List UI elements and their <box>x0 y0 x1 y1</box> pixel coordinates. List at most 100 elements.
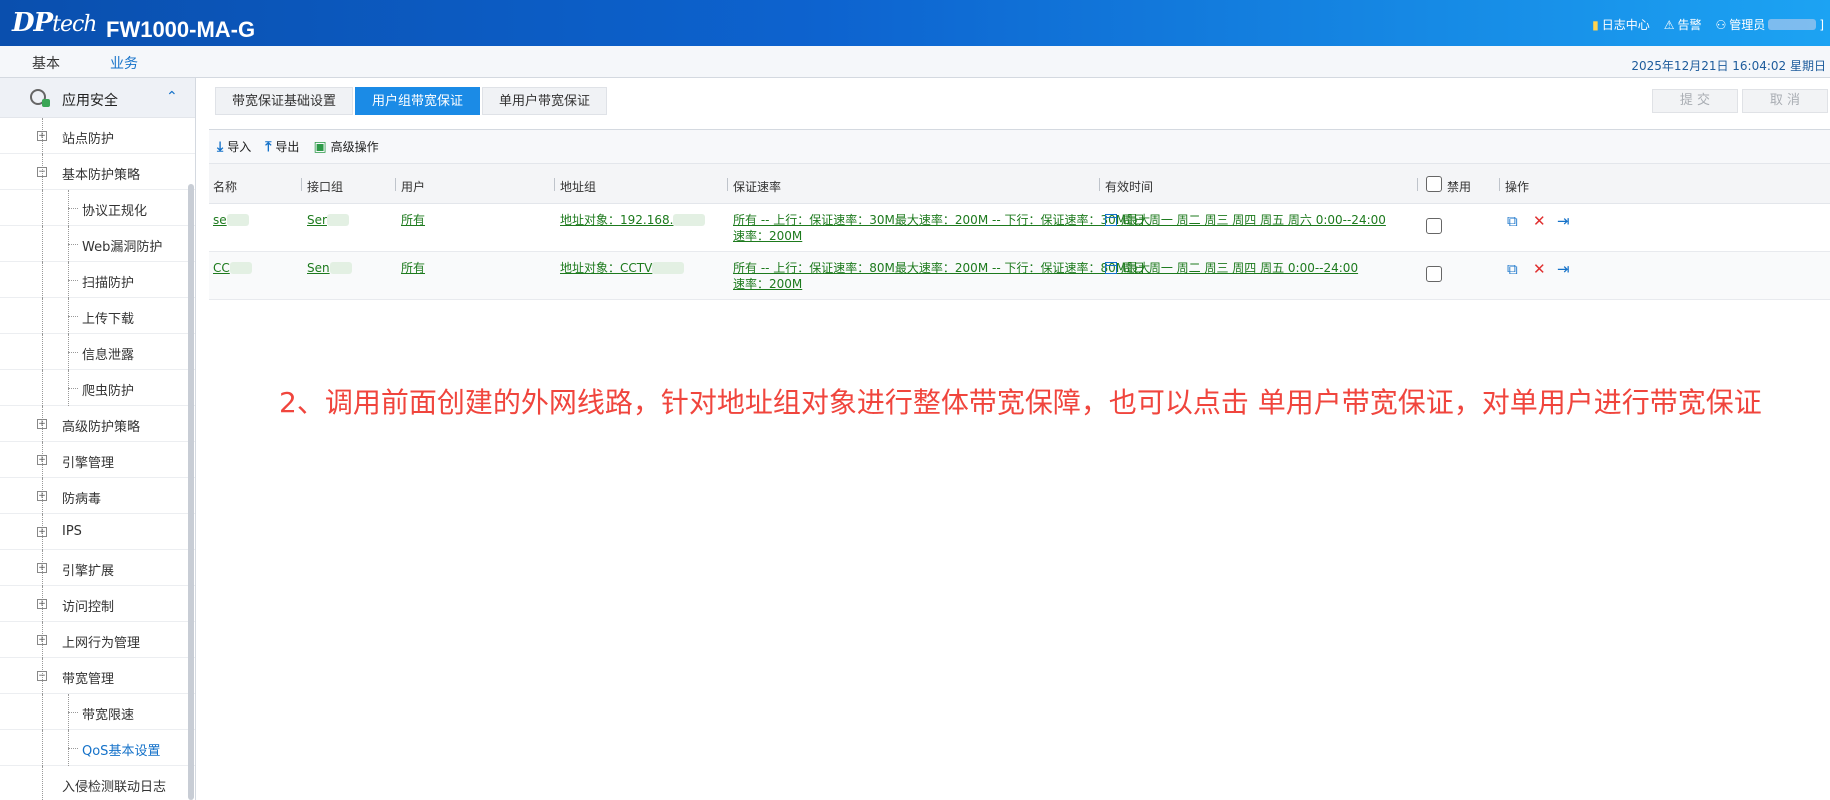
expand-icon[interactable]: + <box>37 527 47 537</box>
sidebar-section-app-security[interactable]: 应用安全 ⌃ <box>0 78 195 118</box>
top-header: DPtech FW1000-MA-G ▮ 日志中心 ⚠ 告警 ⚇ 管理员 ] <box>0 0 1830 46</box>
row-addr-group-link[interactable]: 地址对象：192.168. <box>560 212 706 228</box>
sidebar-item[interactable]: − 基本防护策略 <box>0 154 195 190</box>
sidebar-item[interactable]: 入侵检测联动日志 <box>0 766 195 800</box>
row-time-link[interactable]: 周日 周一 周二 周三 周四 周五 0:00--24:00 <box>1105 260 1358 276</box>
expand-icon[interactable]: + <box>37 131 47 141</box>
row-disable-checkbox[interactable] <box>1426 218 1442 234</box>
close-icon[interactable]: ✕ <box>1533 260 1546 278</box>
sidebar-item[interactable]: − 带宽管理 <box>0 658 195 694</box>
row-time-link[interactable]: 周日 周一 周二 周三 周四 周五 周六 0:00--24:00 <box>1105 212 1386 228</box>
calendar-icon <box>1105 214 1117 226</box>
expand-icon[interactable]: + <box>37 419 47 429</box>
row-addr-group-link[interactable]: 地址对象：CCTV <box>560 260 685 276</box>
sidebar-item[interactable]: 扫描防护 <box>0 262 195 298</box>
sidebar-item-label: 上传下载 <box>82 312 135 327</box>
instruction-annotation: 2、调用前面创建的外网线路，针对地址组对象进行整体带宽保障，也可以点击 单用户带… <box>279 386 1762 419</box>
redacted-text <box>229 262 252 274</box>
col-divider[interactable] <box>301 178 302 191</box>
sidebar-item[interactable]: + 高级防护策略 <box>0 406 195 442</box>
sidebar-item[interactable]: 爬虫防护 <box>0 370 195 406</box>
row-rate-link[interactable]: 所有 -- 上行：保证速率：80M最大速率：200M -- 下行：保证速率：80… <box>733 260 1153 292</box>
sidebar-item-label: 访问控制 <box>62 600 115 615</box>
chevron-up-icon[interactable]: ⌃ <box>166 89 178 105</box>
sidebar-item[interactable]: 协议正规化 <box>0 190 195 226</box>
col-divider[interactable] <box>1499 178 1500 191</box>
row-name-link[interactable]: se <box>213 212 249 228</box>
collapse-icon[interactable]: − <box>37 671 47 681</box>
sidebar-item[interactable]: + IPS <box>0 514 195 550</box>
move-icon[interactable]: ⇥ <box>1557 260 1570 278</box>
col-divider[interactable] <box>395 178 396 191</box>
import-button[interactable]: ⤓ 导入 <box>217 138 251 155</box>
tree-line <box>68 316 78 317</box>
sidebar-item[interactable]: + 引擎扩展 <box>0 550 195 586</box>
col-time: 有效时间 <box>1105 180 1154 194</box>
tab-usergroup-bandwidth[interactable]: 用户组带宽保证 <box>355 87 481 115</box>
close-icon[interactable]: ✕ <box>1533 212 1546 230</box>
row-disable-checkbox[interactable] <box>1426 266 1442 282</box>
sidebar-item[interactable]: Web漏洞防护 <box>0 226 195 262</box>
sidebar-item[interactable]: + 上网行为管理 <box>0 622 195 658</box>
col-divider[interactable] <box>727 178 728 191</box>
sidebar-item[interactable]: + 防病毒 <box>0 478 195 514</box>
sidebar-section-label: 应用安全 <box>62 93 118 109</box>
sidebar-item[interactable]: + 引擎管理 <box>0 442 195 478</box>
col-divider[interactable] <box>554 178 555 191</box>
copy-icon[interactable]: ⧉ <box>1507 212 1518 230</box>
tab-bandwidth-basic[interactable]: 带宽保证基础设置 <box>215 87 354 115</box>
nav-tab-business[interactable]: 业务 <box>86 53 162 81</box>
row-iface-group-link[interactable]: Ser <box>307 212 349 228</box>
alarm-link[interactable]: ⚠ 告警 <box>1664 16 1702 33</box>
tab-single-user-bandwidth[interactable]: 单用户带宽保证 <box>482 87 608 115</box>
expand-icon[interactable]: + <box>37 635 47 645</box>
submit-button[interactable]: 提 交 <box>1652 89 1738 113</box>
expand-icon[interactable]: + <box>37 563 47 573</box>
sidebar-item[interactable]: 信息泄露 <box>0 334 195 370</box>
tree-line <box>68 208 78 209</box>
col-disable: 禁用 <box>1447 180 1472 194</box>
nav-tab-basic[interactable]: 基本 <box>32 53 60 73</box>
sidebar-item[interactable]: + 站点防护 <box>0 118 195 154</box>
sidebar-item[interactable]: 带宽限速 <box>0 694 195 730</box>
alarm-label: 告警 <box>1677 18 1702 32</box>
row-user-link[interactable]: 所有 <box>401 260 425 276</box>
sidebar-item[interactable]: 上传下载 <box>0 298 195 334</box>
tree-line <box>42 730 43 766</box>
sidebar-item-label: 引擎扩展 <box>62 564 115 579</box>
sidebar-item-label: 协议正规化 <box>82 204 148 219</box>
cancel-button[interactable]: 取 消 <box>1742 89 1828 113</box>
log-center-link[interactable]: ▮ 日志中心 <box>1592 16 1650 33</box>
expand-icon[interactable]: + <box>37 455 47 465</box>
main-nav: 基本 业务 2025年12月21日 16:04:02 星期日 <box>0 46 1830 81</box>
row-rate-link[interactable]: 所有 -- 上行：保证速率：30M最大速率：200M -- 下行：保证速率：30… <box>733 212 1153 244</box>
export-button[interactable]: ⤒ 导出 <box>265 138 299 155</box>
redacted-text <box>226 214 249 226</box>
redacted-text <box>652 262 685 274</box>
collapse-icon[interactable]: − <box>37 167 47 177</box>
sidebar-tree: + 站点防护 − 基本防护策略协议正规化 Web漏洞防护 扫描防护上传下载信息泄露 爬虫防护… <box>0 118 195 800</box>
col-divider[interactable] <box>1417 178 1418 191</box>
expand-icon[interactable]: + <box>37 491 47 501</box>
row-user-link[interactable]: 所有 <box>401 212 425 228</box>
sidebar-scrollbar[interactable] <box>188 184 194 800</box>
table-panel: ⤓ 导入 ⤒ 导出 ▣ 高级操作 名称 接口组 用户 地址组 保证速率 有效时间 <box>209 129 1830 800</box>
advanced-button[interactable]: ▣ 高级操作 <box>313 138 378 155</box>
row-name-link[interactable]: CC <box>213 260 252 276</box>
sidebar-item[interactable]: + 访问控制 <box>0 586 195 622</box>
expand-icon[interactable]: + <box>37 599 47 609</box>
export-label: 导出 <box>275 140 300 154</box>
copy-icon[interactable]: ⧉ <box>1507 260 1518 278</box>
col-divider[interactable] <box>1099 178 1100 191</box>
move-icon[interactable]: ⇥ <box>1557 212 1570 230</box>
col-iface-group: 接口组 <box>307 180 344 194</box>
logo-sub-text: tech <box>52 12 97 37</box>
row-iface-group-link[interactable]: Sen <box>307 260 352 276</box>
disable-all-checkbox[interactable] <box>1426 176 1442 192</box>
form-actions: 提 交 取 消 <box>1652 89 1828 113</box>
admin-menu[interactable]: ⚇ 管理员 ] <box>1716 16 1824 33</box>
tree-line <box>42 334 43 370</box>
user-icon: ⚇ <box>1715 17 1727 32</box>
sidebar-item[interactable]: QoS基本设置 <box>0 730 195 766</box>
tree-line <box>68 352 78 353</box>
